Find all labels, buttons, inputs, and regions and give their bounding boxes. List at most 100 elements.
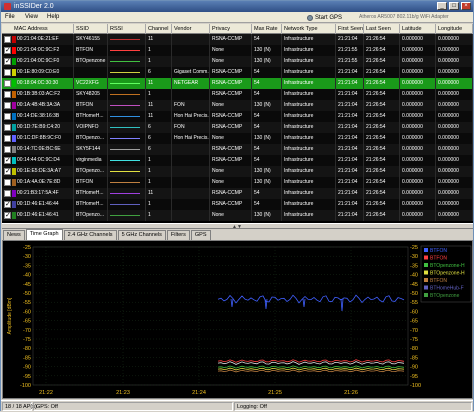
table-row[interactable]: 00:1D:7E:B9:C4:20 VOIPNFO 6 FON RSNA-CCMP 54 I… [2, 122, 473, 133]
cell-network-type: Infrastructure [282, 188, 336, 199]
cell-rssi [108, 166, 146, 177]
cell-max-rate: 54 [252, 34, 282, 45]
cell-vendor [172, 166, 210, 177]
table-row[interactable]: 00:1D:46:E1:46:44BTHomeH... 1 RSNA-CCMP54I… [2, 199, 473, 210]
column-header-longitude[interactable]: Longitude [436, 24, 473, 34]
tab-time-graph[interactable]: Time Graph [25, 229, 63, 240]
cell-ssid [74, 67, 108, 78]
legend-label: BTFON [430, 278, 447, 284]
cell-longitude: 0.000000 [436, 67, 473, 78]
tab-filters[interactable]: Filters [166, 230, 190, 240]
column-header-mac-address[interactable]: MAC Address [2, 24, 74, 34]
column-header-privacy[interactable]: Privacy [210, 24, 252, 34]
table-row[interactable]: 00:21:04:0E:21:EF SKY46155 11 RSNA-CCMP 54 In… [2, 34, 473, 45]
cell-latitude: 0.000000 [400, 45, 436, 56]
cell-ssid: BTFON [74, 177, 108, 188]
y-tick-label-left: -55 [23, 300, 31, 306]
menu-view[interactable]: View [25, 14, 38, 20]
table-row[interactable]: 00:1A:4A:0E:7E:8D BTFON 1 None 130 (N) Infras… [2, 177, 473, 188]
app-icon [4, 3, 11, 10]
table-row[interactable]: 00:14:DE:38:16:3B BTHomeH... 11 Hon Hai Pre… [2, 111, 473, 122]
tab-2-4-ghz-channels[interactable]: 2.4 GHz Channels [63, 230, 117, 240]
series-line-white [217, 361, 405, 365]
cell-last-seen: 21:26:54 [364, 56, 400, 67]
tab-strip: News Time Graph 2.4 GHz Channels 5 GHz Chan… [3, 229, 212, 240]
cell-first-seen: 21:21:04 [336, 89, 364, 100]
y-tick-label-left: -75 [23, 337, 31, 343]
rssi-sparkline [110, 182, 140, 183]
cell-privacy: RSNA-CCMP [210, 122, 252, 133]
table-row[interactable]: 00:21:B3:17:5A:4F BTHomeH... 11 RSNA-CCMP 54… [2, 188, 473, 199]
cell-channel: 1 [146, 45, 172, 56]
cell-last-seen: 21:26:54 [364, 89, 400, 100]
y-tick-label-right: -75 [410, 337, 418, 343]
column-header-vendor[interactable]: Vendor [172, 24, 210, 34]
cell-longitude: 0.000000 [436, 122, 473, 133]
legend-swatch [424, 270, 428, 275]
table-row[interactable]: 00:18:04:0C:30:30 VC22XFG 11 NETGEAR RSNA-CC… [2, 78, 473, 89]
rssi-sparkline [110, 160, 140, 161]
tab-news[interactable]: News [3, 230, 25, 240]
maximize-button[interactable]: □ [449, 2, 459, 10]
table-row[interactable]: 00:21:04:0C:9C:F0BTOpenzone 1 None130 (N)I… [2, 56, 473, 67]
table-row[interactable]: 00:14:44:0C:9C:D4virginmedia 1 RSNA-CCMP54… [2, 155, 473, 166]
adapter-select[interactable]: Atheros AR5007 802.11b/g WiFi Adapter [359, 14, 449, 20]
series-line-btfon-2 [217, 359, 405, 363]
cell-ssid: virginmedia [74, 155, 108, 166]
column-header-channel[interactable]: Channel [146, 24, 172, 34]
table-row[interactable]: 00:1B:3B:03:AC:F2 SKY48205 1 RSNA-CCMP 54 Inf… [2, 89, 473, 100]
y-tick-label-left: -35 [23, 263, 31, 269]
splitter-handle[interactable]: ▲▼ [2, 223, 473, 230]
cell-last-seen: 21:26:54 [364, 122, 400, 133]
cell-privacy: None [210, 177, 252, 188]
status-gps: GPS: Off [33, 402, 233, 411]
cell-last-seen: 21:26:54 [364, 67, 400, 78]
cell-rssi [108, 45, 146, 56]
table-row[interactable]: 00:1E:80:09:C0:E0 6 Gigaset Comm... RSNA-CC… [2, 67, 473, 78]
y-tick-label-right: -25 [410, 245, 418, 251]
column-header-first-seen[interactable]: First Seen [336, 24, 364, 34]
cell-first-seen: 21:21:04 [336, 199, 364, 210]
table-row[interactable]: 00:1C:DF:8B:9C:F0 BTOpenzo... 6 Hon Hai Pre… [2, 133, 473, 144]
legend-label: BTHomeHub-F [430, 286, 464, 292]
cell-ssid: BTHomeH... [74, 188, 108, 199]
y-tick-label-left: -30 [23, 254, 31, 260]
cell-ssid: BTOpenzo... [74, 166, 108, 177]
table-row[interactable]: 00:14:7C:0E:BC:6E SKY5F144 6 RSNA-CCMP 54 Inf… [2, 144, 473, 155]
column-header-rssi[interactable]: RSSI [108, 24, 146, 34]
menu-file[interactable]: File [5, 14, 15, 20]
series-line-btopenzone-2 [217, 367, 405, 371]
cell-network-type: Infrastructure [282, 133, 336, 144]
legend-label: BTFON [430, 256, 447, 262]
cell-mac-address: 00:14:DE:38:16:3B [2, 111, 74, 122]
cell-channel: 1 [146, 210, 172, 221]
cell-max-rate: 54 [252, 111, 282, 122]
column-header-ssid[interactable]: SSID [74, 24, 108, 34]
cell-network-type: Infrastructure [282, 122, 336, 133]
column-header-last-seen[interactable]: Last Seen [364, 24, 400, 34]
table-row[interactable]: 00:1D:46:E1:46:41BTOpenzo... 1 None130 (N)… [2, 210, 473, 221]
table-row[interactable]: 00:1E:E5:DE:3A:A7BTOpenzo... 1 None130 (N)… [2, 166, 473, 177]
tab-gps[interactable]: GPS [190, 230, 211, 240]
cell-max-rate: 54 [252, 199, 282, 210]
cell-privacy: None [210, 166, 252, 177]
cell-last-seen: 21:26:54 [364, 45, 400, 56]
menu-help[interactable]: Help [47, 14, 59, 20]
close-button[interactable]: × [461, 2, 471, 10]
rssi-sparkline [110, 83, 140, 84]
cell-vendor [172, 56, 210, 67]
table-row[interactable]: 00:21:04:0C:9C:F2BTFON 1 None130 (N)Infras… [2, 45, 473, 56]
rssi-sparkline [110, 215, 140, 216]
minimize-button[interactable]: _ [437, 2, 447, 10]
column-header-network-type[interactable]: Network Type [282, 24, 336, 34]
cell-mac-address: 00:1A:4A:0E:7E:8D [2, 177, 74, 188]
tab-5-ghz-channels[interactable]: 5 GHz Channels [117, 230, 166, 240]
cell-latitude: 0.000000 [400, 34, 436, 45]
time-graph-chart: -25 -25 -30 -30 -35 -35 -40 -40 -45 -45 -50 -50 -55 -… [7, 245, 472, 396]
column-header-max-rate[interactable]: Max Rate [252, 24, 282, 34]
legend-swatch [424, 293, 428, 297]
column-header-latitude[interactable]: Latitude [400, 24, 436, 34]
table-row[interactable]: 00:1A:4B:4B:3A:3A BTFON 11 FON None 130 (N) In… [2, 100, 473, 111]
status-logging: Logging: Off [234, 402, 472, 411]
start-gps-button[interactable]: Start GPS [307, 13, 342, 22]
